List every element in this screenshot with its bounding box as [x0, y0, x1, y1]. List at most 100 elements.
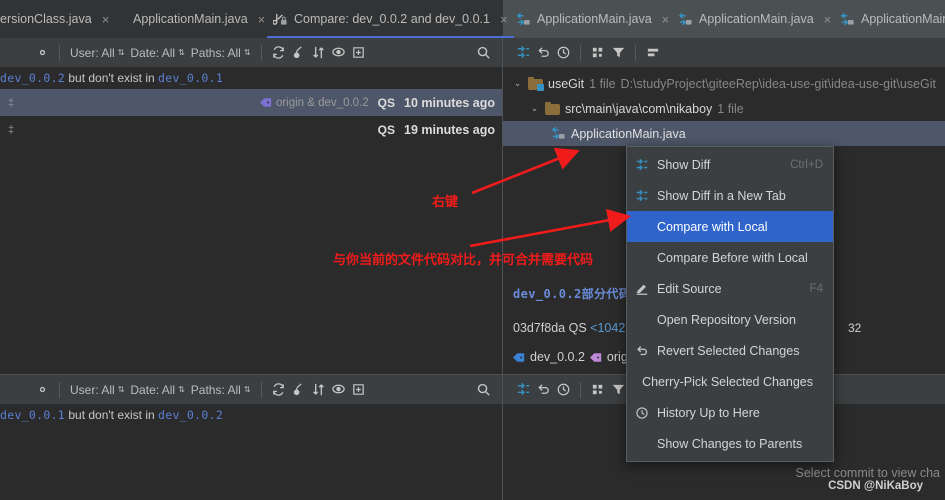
compare-branch-icon — [273, 12, 288, 27]
preview-icon[interactable] — [329, 380, 349, 400]
chevron-down-icon[interactable]: ⌄ — [512, 78, 523, 89]
view-options-icon[interactable] — [643, 43, 663, 63]
tree-row-file-application-main[interactable]: ApplicationMain.java — [503, 121, 945, 146]
close-icon[interactable]: × — [662, 12, 670, 27]
menu-item-label: Edit Source — [657, 281, 722, 296]
close-icon[interactable]: × — [500, 12, 508, 27]
tab-bar: ersionClass.java × ApplicationMain.java … — [0, 0, 945, 38]
clock-icon — [635, 406, 657, 420]
user-filter-label: User: All — [70, 45, 115, 60]
chevron-down-icon[interactable]: ⌄ — [529, 103, 540, 114]
search-icon[interactable] — [473, 380, 493, 400]
history-icon[interactable] — [553, 380, 573, 400]
revert-icon[interactable] — [533, 43, 553, 63]
tab-diff-application-main-2[interactable]: ApplicationMain.java × — [670, 0, 839, 38]
menu-item-show-diff[interactable]: Show Diff Ctrl+D — [627, 149, 833, 180]
tree-file-count: 1 file — [589, 76, 616, 91]
filter-icon[interactable] — [608, 380, 628, 400]
menu-item-open-repository-version[interactable]: Open Repository Version — [627, 304, 833, 335]
sort-icon[interactable] — [309, 43, 329, 63]
branch-label-chip: origin & dev_0.0.2 — [259, 96, 369, 109]
refresh-icon[interactable] — [269, 43, 289, 63]
java-class-icon — [112, 12, 127, 27]
group-icon[interactable] — [588, 43, 608, 63]
vertical-splitter[interactable] — [502, 38, 503, 500]
group-icon[interactable] — [588, 380, 608, 400]
tab-compare-branches[interactable]: Compare: dev_0.0.2 and dev_0.0.1 × — [265, 0, 516, 38]
tag-icon — [589, 352, 602, 362]
gear-icon[interactable] — [32, 380, 52, 400]
preview-icon[interactable] — [329, 43, 349, 63]
annotation-right-click: 右键 — [432, 195, 459, 210]
paths-filter[interactable]: Paths: All ⇅ — [188, 46, 254, 60]
commit-graph-node: ‡ — [7, 96, 15, 109]
menu-item-label: Show Diff — [657, 157, 711, 172]
tab-diff-application-main-3[interactable]: ApplicationMain — [832, 0, 945, 38]
watermark: CSDN @NiKaBoy — [828, 480, 923, 492]
menu-item-compare-before-with-local[interactable]: Compare Before with Local — [627, 242, 833, 273]
menu-item-label: Cherry-Pick Selected Changes — [642, 374, 813, 389]
menu-item-show-changes-to-parents[interactable]: Show Changes to Parents — [627, 428, 833, 459]
edit-pencil-icon — [635, 282, 657, 296]
select-commit-hint: Select commit to view cha — [795, 466, 941, 480]
chevron-updown-icon: ⇅ — [243, 47, 251, 57]
expand-icon[interactable] — [349, 380, 369, 400]
tree-row-package[interactable]: ⌄ src\main\java\com\nikaboy 1 file — [503, 96, 945, 121]
menu-item-compare-with-local[interactable]: Compare with Local — [627, 211, 833, 242]
menu-item-label: Revert Selected Changes — [657, 343, 800, 358]
tree-label: ApplicationMain.java — [571, 126, 686, 141]
menu-item-history-up-to-here[interactable]: History Up to Here — [627, 397, 833, 428]
commit-author: QS — [377, 122, 395, 137]
cherry-pick-icon[interactable] — [289, 380, 309, 400]
tree-row-module[interactable]: ⌄ useGit 1 file D:\studyProject\giteeRep… — [503, 71, 945, 96]
branch-name-target: dev_0.0.1 — [158, 71, 224, 85]
user-filter[interactable]: User: All ⇅ — [67, 46, 127, 60]
revert-icon — [635, 344, 657, 358]
cherry-pick-icon[interactable] — [289, 43, 309, 63]
filter-icon[interactable] — [608, 43, 628, 63]
expand-icon[interactable] — [349, 43, 369, 63]
commit-time: 10 minutes ago — [404, 95, 495, 110]
commit-time: 19 minutes ago — [404, 122, 495, 137]
sort-icon[interactable] — [309, 380, 329, 400]
menu-item-show-diff-new-tab[interactable]: Show Diff in a New Tab — [627, 180, 833, 211]
date-filter[interactable]: Date: All ⇅ — [127, 46, 187, 60]
date-filter-bottom[interactable]: Date: All ⇅ — [127, 383, 187, 397]
branch-name-source: dev_0.0.1 — [0, 408, 66, 422]
tree-file-count: 1 file — [717, 101, 744, 116]
show-diff-icon — [635, 158, 657, 172]
tab-version-class[interactable]: ersionClass.java × — [0, 0, 117, 38]
show-diff-icon — [635, 189, 657, 203]
tab-application-main[interactable]: ApplicationMain.java × — [104, 0, 273, 38]
collapse-diff-icon[interactable] — [513, 380, 533, 400]
close-icon[interactable]: × — [824, 12, 832, 27]
commit-row-selected[interactable]: ‡ origin & dev_0.0.2 QS 10 minutes ago — [0, 89, 503, 116]
tab-label: ApplicationMain — [861, 12, 945, 26]
collapse-diff-icon[interactable] — [513, 43, 533, 63]
commit-row[interactable]: ‡ QS 19 minutes ago — [0, 116, 503, 143]
user-filter-bottom[interactable]: User: All ⇅ — [67, 383, 127, 397]
refresh-icon[interactable] — [269, 380, 289, 400]
gear-icon[interactable] — [32, 43, 52, 63]
paths-filter-bottom[interactable]: Paths: All ⇅ — [188, 383, 254, 397]
menu-item-edit-source[interactable]: Edit Source F4 — [627, 273, 833, 304]
menu-item-cherry-pick-selected-changes[interactable]: Cherry-Pick Selected Changes — [627, 366, 833, 397]
branch-label-text: origin & dev_0.0.2 — [275, 96, 369, 109]
tab-label: ersionClass.java — [0, 12, 92, 26]
header-mid-text: but don't exist in — [65, 408, 159, 422]
menu-item-label: History Up to Here — [657, 405, 760, 420]
menu-item-label: Compare Before with Local — [657, 250, 808, 265]
commit-graph-node: ‡ — [7, 123, 15, 136]
changes-tree: ⌄ useGit 1 file D:\studyProject\giteeRep… — [503, 67, 945, 146]
chevron-updown-icon: ⇅ — [243, 384, 251, 394]
search-icon[interactable] — [473, 43, 493, 63]
revert-icon[interactable] — [533, 380, 553, 400]
paths-filter-label: Paths: All — [190, 45, 241, 60]
annotation-compare-desc: 与你当前的文件代码对比，并可合并需要代码 — [333, 253, 594, 268]
history-icon[interactable] — [553, 43, 573, 63]
compare-diff-icon — [678, 12, 693, 27]
tab-diff-application-main-1[interactable]: ApplicationMain.java × — [508, 0, 677, 38]
tree-path: D:\studyProject\giteeRep\idea-use-git\id… — [620, 76, 936, 91]
menu-item-revert-selected-changes[interactable]: Revert Selected Changes — [627, 335, 833, 366]
top-left-toolbar: User: All ⇅ Date: All ⇅ Paths: All ⇅ — [0, 38, 503, 67]
